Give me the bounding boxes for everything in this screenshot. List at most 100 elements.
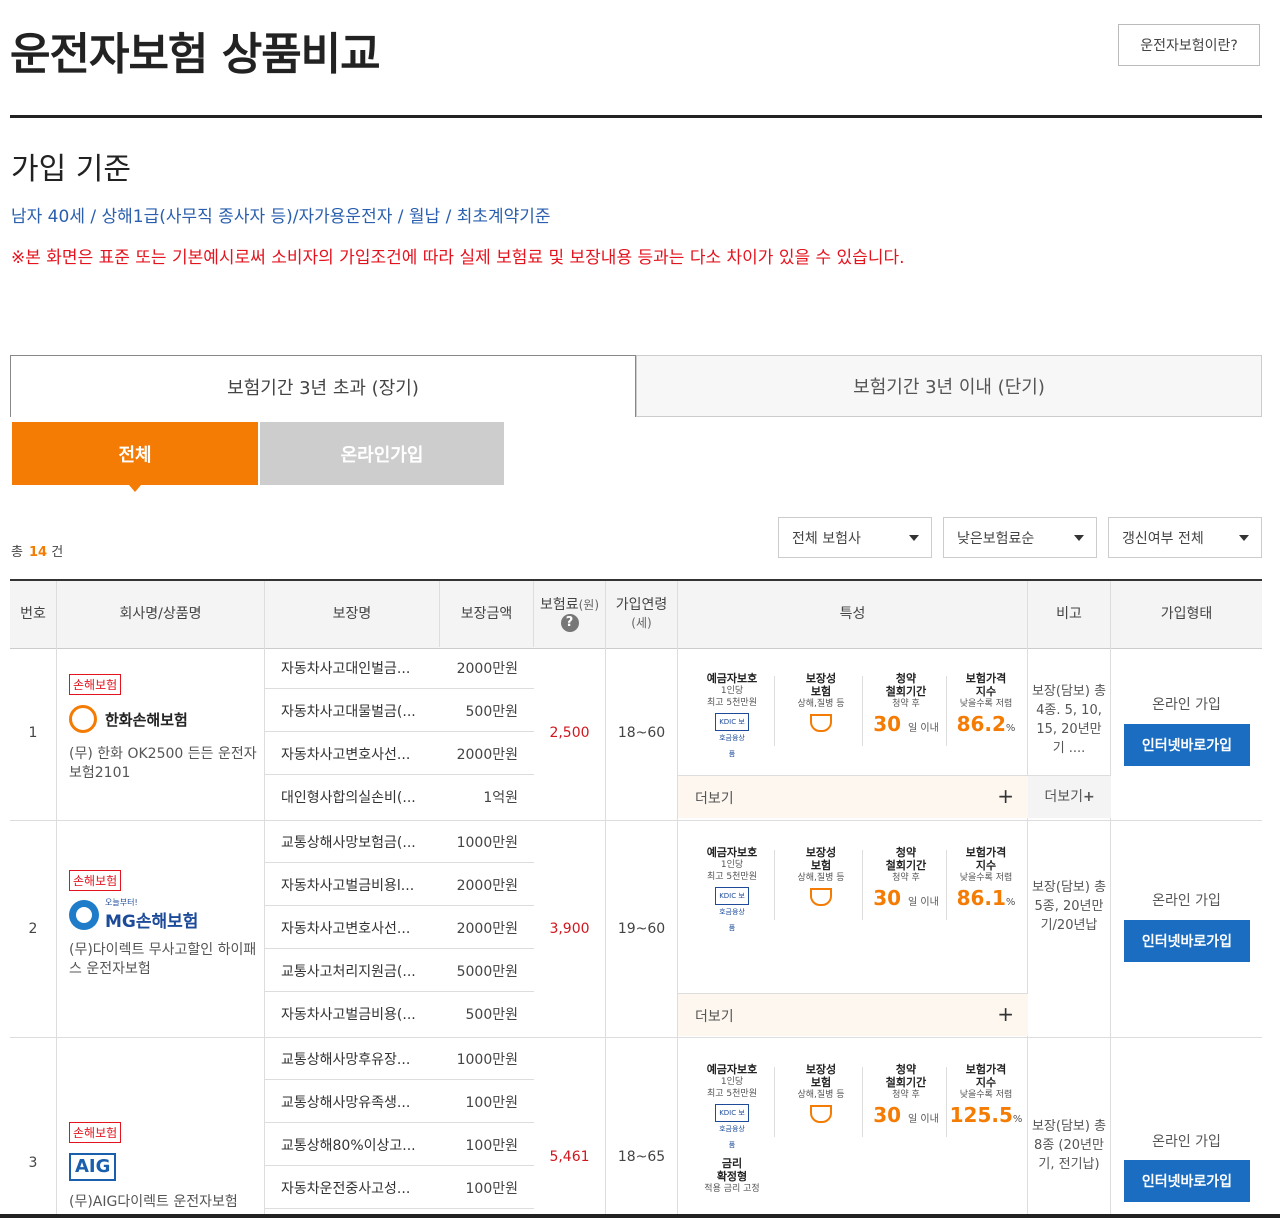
header-features: 특성 xyxy=(678,581,1028,647)
header-no: 번호 xyxy=(10,581,57,647)
tab-short-term[interactable]: 보험기간 3년 이내 (단기) xyxy=(636,355,1262,417)
coverage-list: 교통상해사망보험금(... 1000만원 자동차사고벌금비용l... 2000만원 … xyxy=(265,820,534,1037)
coverage-amount: 1000만원 xyxy=(456,835,518,851)
chevron-down-icon xyxy=(1074,535,1084,541)
tab-long-term[interactable]: 보험기간 3년 초과 (장기) xyxy=(10,355,636,417)
plus-icon: + xyxy=(1082,789,1095,805)
coverage-item: 자동차사고대인벌금... 2000만원 xyxy=(265,646,534,689)
coverage-list: 자동차사고대인벌금... 2000만원 자동차사고대물벌금(... 500만원 자동… xyxy=(265,646,534,820)
category-badge: 손해보험 xyxy=(69,1122,122,1143)
plus-icon: + xyxy=(997,784,1014,808)
feature-price-index: 보험가격 지수 낮을수록 저렴 125.5% xyxy=(949,1063,1023,1127)
company-name: 한화손해보험 xyxy=(105,710,188,729)
product-table-body: 1 손해보험 한화손해보험 (무) 한화 OK2500 든든 운전자보험2101… xyxy=(10,646,1262,1218)
kdic-icon: KDIC 보호금융상품 xyxy=(715,887,749,932)
premium-value: 2,500 xyxy=(534,646,606,820)
company-name: MG손해보험 xyxy=(105,912,199,932)
coverage-name: 교통상해80%이상고... xyxy=(281,1138,416,1154)
header-age-unit: (세) xyxy=(631,616,652,630)
product-name[interactable]: (무)AIG다이렉트 운전자보험 xyxy=(69,1193,259,1212)
help-icon[interactable]: ? xyxy=(560,614,579,632)
row-number: 3 xyxy=(10,1037,57,1218)
feature-guarantee: 보장성 보험 상해,질병 등 xyxy=(781,672,861,732)
page-title: 운전자보험 상품비교 xyxy=(10,29,381,80)
feature-guarantee: 보장성 보험 상해,질병 등 xyxy=(781,1063,861,1123)
coverage-name: 교통상해사망보험금(... xyxy=(281,835,416,851)
company-cell: 손해보험 한화손해보험 (무) 한화 OK2500 든든 운전자보험2101 xyxy=(57,646,265,820)
header-age: 가입연령 (세) xyxy=(606,581,678,647)
row-number: 1 xyxy=(10,646,57,820)
bottom-edge-bar xyxy=(0,1214,1280,1218)
coverage-amount: 1000만원 xyxy=(456,1052,518,1068)
coverage-name: 자동차사고변호사선... xyxy=(281,747,411,763)
coverage-amount: 2000만원 xyxy=(456,921,518,937)
features-cell: 예금자보호 1인당 최고 5천만원 KDIC 보호금융상품 보장성 보험 상해,… xyxy=(678,1037,1028,1218)
coverage-item: 자동차사고대물벌금(... 500만원 xyxy=(265,689,534,732)
coverage-item: 대인형사합의실손비(... 1억원 xyxy=(265,775,534,818)
coverage-amount: 500만원 xyxy=(465,704,518,720)
price-index-value: 86.1 xyxy=(956,886,1006,910)
insurer-filter-select[interactable]: 전체 보험사 xyxy=(778,517,932,558)
feature-withdrawal: 청약 철회기간 청약 후 30 일 이내 xyxy=(873,672,939,736)
kdic-icon: KDIC 보호금융상품 xyxy=(715,713,749,758)
price-index-value: 86.2 xyxy=(956,712,1006,736)
join-cell: 온라인 가입 인터넷바로가입 xyxy=(1111,1037,1262,1218)
category-badge: 손해보험 xyxy=(69,674,122,695)
coverage-item: 자동차사고벌금비용l... 2000만원 xyxy=(265,863,534,906)
feature-fixed-rate: 금리 확정형 적용 금리 고정 xyxy=(704,1157,760,1194)
header-company: 회사명/상품명 xyxy=(57,581,265,647)
coverage-name: 자동차사고벌금비용l... xyxy=(281,878,415,894)
subtab-online[interactable]: 온라인가입 xyxy=(260,422,504,485)
title-divider xyxy=(10,115,1262,118)
coverage-item: 자동차사고벌금비용(... 500만원 xyxy=(265,992,534,1035)
shield-icon xyxy=(810,714,832,732)
coverage-item: 교통상해사망보험금(... 1000만원 xyxy=(265,820,534,863)
coverage-name: 교통상해사망후유장... xyxy=(281,1052,411,1068)
renewal-filter-select[interactable]: 갱신여부 전체 xyxy=(1108,517,1262,558)
online-join-button[interactable]: 인터넷바로가입 xyxy=(1124,724,1250,766)
features-more-button[interactable]: 더보기 + xyxy=(678,993,1028,1036)
header-coverage-name: 보장명 xyxy=(265,581,440,647)
hanwha-logo: 한화손해보험 xyxy=(69,703,264,735)
criteria-title: 가입 기준 xyxy=(11,152,131,187)
coverage-amount: 500만원 xyxy=(465,1007,518,1023)
result-count: 총 14 건 xyxy=(11,541,63,560)
note-text: 보장(담보) 총 5종, 20년만기/20년납 xyxy=(1028,820,1111,1037)
subtab-all[interactable]: 전체 xyxy=(12,422,258,492)
features-more-button[interactable]: 더보기 + xyxy=(678,775,1028,818)
premium-value: 5,461 xyxy=(534,1037,606,1218)
coverage-item: 교통상해80%이상고... 100만원 xyxy=(265,1123,534,1166)
result-count-number: 14 xyxy=(28,545,48,560)
age-range: 18~60 xyxy=(606,646,678,820)
product-name[interactable]: (무)다이렉트 무사고할인 하이패스 운전자보험 xyxy=(69,941,259,979)
mg-logo-icon xyxy=(69,900,99,930)
online-join-button[interactable]: 인터넷바로가입 xyxy=(1124,1160,1250,1202)
company-cell: 손해보험 AIG (무)AIG다이렉트 운전자보험 xyxy=(57,1037,265,1218)
coverage-name: 자동차사고변호사선... xyxy=(281,921,411,937)
shield-icon xyxy=(810,888,832,906)
coverage-name: 자동차사고대물벌금(... xyxy=(281,704,416,720)
coverage-name: 교통사고처리지원금(... xyxy=(281,964,416,980)
coverage-list: 교통상해사망후유장... 1000만원 교통상해사망유족생... 100만원 교통상… xyxy=(265,1037,534,1218)
product-name[interactable]: (무) 한화 OK2500 든든 운전자보험2101 xyxy=(69,745,259,783)
online-join-button[interactable]: 인터넷바로가입 xyxy=(1124,920,1250,962)
age-range: 18~65 xyxy=(606,1037,678,1218)
note-more-button[interactable]: 더보기+ xyxy=(1028,775,1111,818)
coverage-amount: 5000만원 xyxy=(456,964,518,980)
coverage-item: 교통사고처리지원금(... 5000만원 xyxy=(265,949,534,992)
join-type-label: 온라인 가입 xyxy=(1152,1134,1221,1150)
company-tagline: 오늘부터! xyxy=(105,898,138,907)
sort-select[interactable]: 낮은보험료순 xyxy=(943,517,1097,558)
coverage-item: 자동차운전중사고성... 100만원 xyxy=(265,1166,534,1209)
coverage-name: 대인형사합의실손비(... xyxy=(281,790,416,806)
coverage-item: 자동차사고변호사선... 2000만원 xyxy=(265,732,534,775)
shield-icon xyxy=(810,1105,832,1123)
header-note: 비고 xyxy=(1028,581,1111,647)
sort-value: 낮은보험료순 xyxy=(957,530,1035,547)
header-coverage-amount: 보장금액 xyxy=(440,581,534,647)
header-join-type: 가입형태 xyxy=(1160,606,1213,622)
header-premium: 보험료(원) ? xyxy=(534,581,606,647)
insurer-filter-value: 전체 보험사 xyxy=(792,530,861,547)
about-driver-insurance-button[interactable]: 운전자보험이란? xyxy=(1118,24,1260,66)
aig-logo: AIG xyxy=(69,1151,264,1183)
